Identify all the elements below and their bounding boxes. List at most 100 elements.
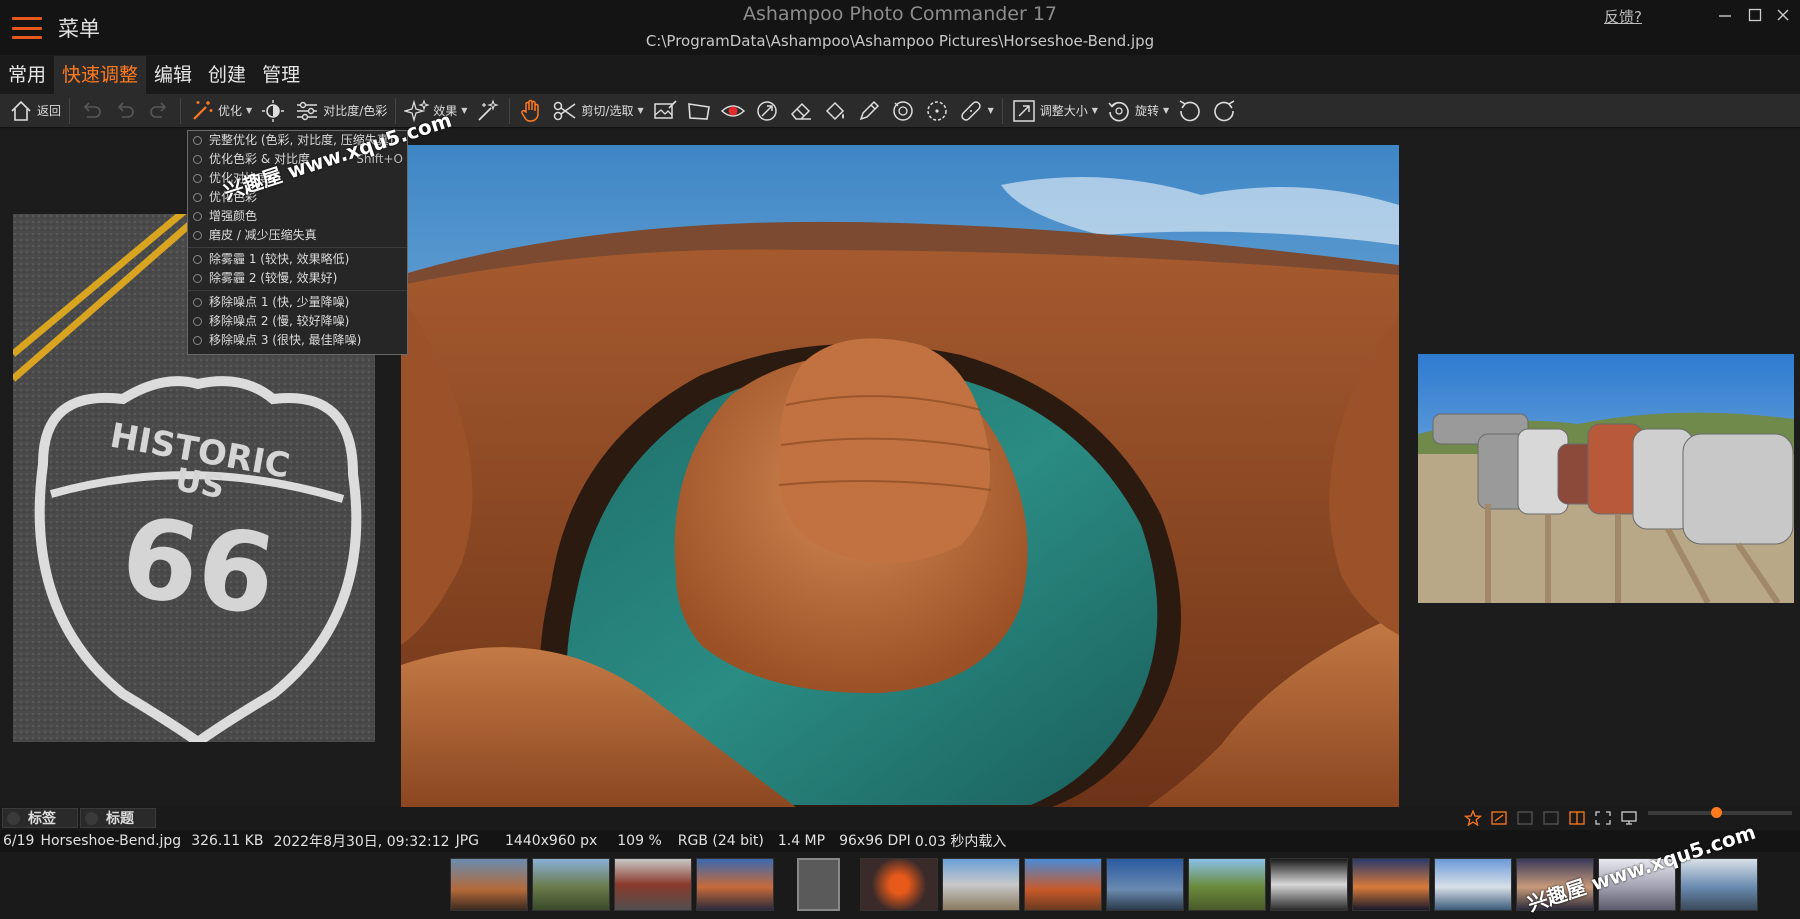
redo-icon [150, 101, 167, 118]
next-image-preview[interactable] [1418, 354, 1794, 603]
filmstrip-thumb[interactable] [1270, 858, 1348, 911]
filmstrip-thumb[interactable] [614, 858, 692, 911]
menu-item-denoise-3[interactable]: 移除噪点 3 (很快, 最佳降噪) [188, 331, 407, 350]
filmstrip-thumb[interactable] [1188, 858, 1266, 911]
minimize-button[interactable] [1712, 4, 1738, 26]
fill-button[interactable] [818, 96, 852, 126]
selection-circle-button[interactable] [920, 96, 954, 126]
mailboxes-image [1418, 354, 1794, 603]
brightness-button[interactable] [256, 96, 290, 126]
file-size: 326.11 KB [191, 833, 264, 849]
optimize-dropdown-button[interactable]: 优化 ▼ [185, 96, 256, 126]
filmstrip-thumb[interactable] [450, 858, 528, 911]
hand-icon [521, 99, 540, 122]
menu-item-label: 增强颜色 [209, 209, 258, 223]
filmstrip-thumb[interactable] [532, 858, 610, 911]
clone-stamp-button[interactable] [750, 96, 784, 126]
filmstrip-thumb[interactable] [942, 858, 1020, 911]
menu-item-smooth-skin[interactable]: 磨皮 / 减少压缩失真 [188, 226, 407, 245]
separator [69, 97, 71, 124]
menu-item-denoise-2[interactable]: 移除噪点 2 (慢, 较好降噪) [188, 312, 407, 331]
photo-edit-button[interactable] [648, 96, 682, 126]
rotate-right-button[interactable] [1207, 96, 1241, 126]
undo-button[interactable] [108, 96, 142, 126]
filmstrip-thumb[interactable] [696, 858, 774, 911]
photo-pen-icon [653, 99, 677, 119]
filmstrip-thumb[interactable] [1434, 858, 1512, 911]
filmstrip-thumb[interactable] [1680, 858, 1758, 911]
cut-select-dropdown-button[interactable]: 剪切/选取 ▼ [548, 96, 647, 126]
menu-item-label: 除雾霾 1 (较快, 效果略低) [209, 252, 350, 266]
filmstrip-thumb[interactable] [1024, 858, 1102, 911]
toolbar: 返回 优化 ▼ 对比度/色彩 效果 ▼ 剪切/选取 ▼ ▼ 调整大小 ▼ 旋转 … [0, 94, 1800, 128]
auto-effects-button[interactable] [471, 96, 505, 126]
chevron-down-icon: ▼ [1091, 106, 1098, 115]
heal-dropdown-button[interactable]: ▼ [954, 96, 998, 126]
tab-common[interactable]: 常用 [0, 56, 54, 94]
close-button[interactable] [1770, 4, 1796, 26]
red-eye-icon [720, 104, 745, 117]
horseshoe-bend-image [401, 145, 1399, 811]
frame-icon[interactable] [1542, 810, 1560, 826]
menu-item-enhance-color[interactable]: 增强颜色 [188, 207, 407, 226]
menu-item-dehaze-1[interactable]: 除雾霾 1 (较快, 效果略低) [188, 250, 407, 269]
main-image[interactable] [401, 145, 1399, 811]
maximize-icon [1748, 8, 1762, 22]
rotate-left-button[interactable] [1173, 96, 1207, 126]
filmstrip-thumb-selected[interactable] [797, 858, 840, 911]
contrast-color-button[interactable]: 对比度/色彩 [290, 96, 391, 126]
fullscreen-icon[interactable] [1594, 810, 1612, 826]
tab-manage[interactable]: 管理 [254, 56, 308, 94]
monitor-icon[interactable] [1620, 810, 1638, 826]
zoom-slider[interactable] [1648, 807, 1792, 818]
image-index: 6/19 [3, 833, 35, 849]
compare-icon[interactable] [1568, 810, 1586, 826]
back-button[interactable]: 返回 [4, 96, 65, 126]
menu-item-label: 移除噪点 2 (慢, 较好降噪) [209, 314, 350, 328]
chevron-down-icon: ▼ [461, 106, 468, 115]
tab-edit[interactable]: 编辑 [146, 56, 200, 94]
pan-hand-button[interactable] [514, 96, 548, 126]
color-mode: RGB (24 bit) [677, 833, 764, 849]
noise-icon [193, 336, 202, 345]
file-name: Horseshoe-Bend.jpg [40, 833, 182, 849]
vignette-button[interactable] [886, 96, 920, 126]
sliders-icon [297, 101, 318, 120]
resize-dropdown-button[interactable]: 调整大小 ▼ [1007, 96, 1102, 126]
pen-icon [859, 100, 879, 120]
rotate-dropdown-button[interactable]: 旋转 ▼ [1102, 96, 1173, 126]
noise-icon [193, 298, 202, 307]
perspective-button[interactable] [682, 96, 716, 126]
maximize-button[interactable] [1742, 4, 1768, 26]
tab-quick-adjust[interactable]: 快速调整 [54, 56, 147, 94]
redo-button[interactable] [142, 96, 176, 126]
drop-icon [193, 255, 202, 264]
app-title: Ashampoo Photo Commander 17 [742, 3, 1058, 25]
eraser-button[interactable] [784, 96, 818, 126]
frame-icon[interactable] [1516, 810, 1534, 826]
undo-all-icon [83, 101, 101, 118]
zoom-slider-handle[interactable] [1710, 807, 1722, 818]
rotate-label: 旋转 [1134, 104, 1159, 118]
image-dimensions: 1440x960 px [505, 833, 598, 849]
tags-tab[interactable]: 标签 [2, 808, 78, 828]
filmstrip-thumb[interactable] [1106, 858, 1184, 911]
resize-icon [1013, 99, 1035, 122]
edit-frame-icon[interactable] [1490, 810, 1508, 826]
filmstrip-thumb[interactable] [860, 858, 938, 911]
tab-create[interactable]: 创建 [200, 56, 254, 94]
menu-item-denoise-1[interactable]: 移除噪点 1 (快, 少量降噪) [188, 293, 407, 312]
menu-item-dehaze-2[interactable]: 除雾霾 2 (较慢, 效果好) [188, 269, 407, 288]
title-tab[interactable]: 标题 [80, 808, 156, 828]
contrast-label: 对比度/色彩 [323, 104, 388, 118]
brush-button[interactable] [852, 96, 886, 126]
menu-item-optimize-color[interactable]: 优化色彩 [188, 188, 407, 207]
red-eye-button[interactable] [716, 96, 750, 126]
undo-all-button[interactable] [74, 96, 108, 126]
star-icon[interactable] [1464, 810, 1482, 826]
home-icon [11, 100, 31, 121]
feedback-link[interactable]: 反馈? [1604, 6, 1642, 27]
status-bar: 6/19 Horseshoe-Bend.jpg 326.11 KB 2022年8… [0, 830, 1800, 852]
filmstrip-thumb[interactable] [1352, 858, 1430, 911]
optimize-label: 优化 [218, 104, 243, 118]
